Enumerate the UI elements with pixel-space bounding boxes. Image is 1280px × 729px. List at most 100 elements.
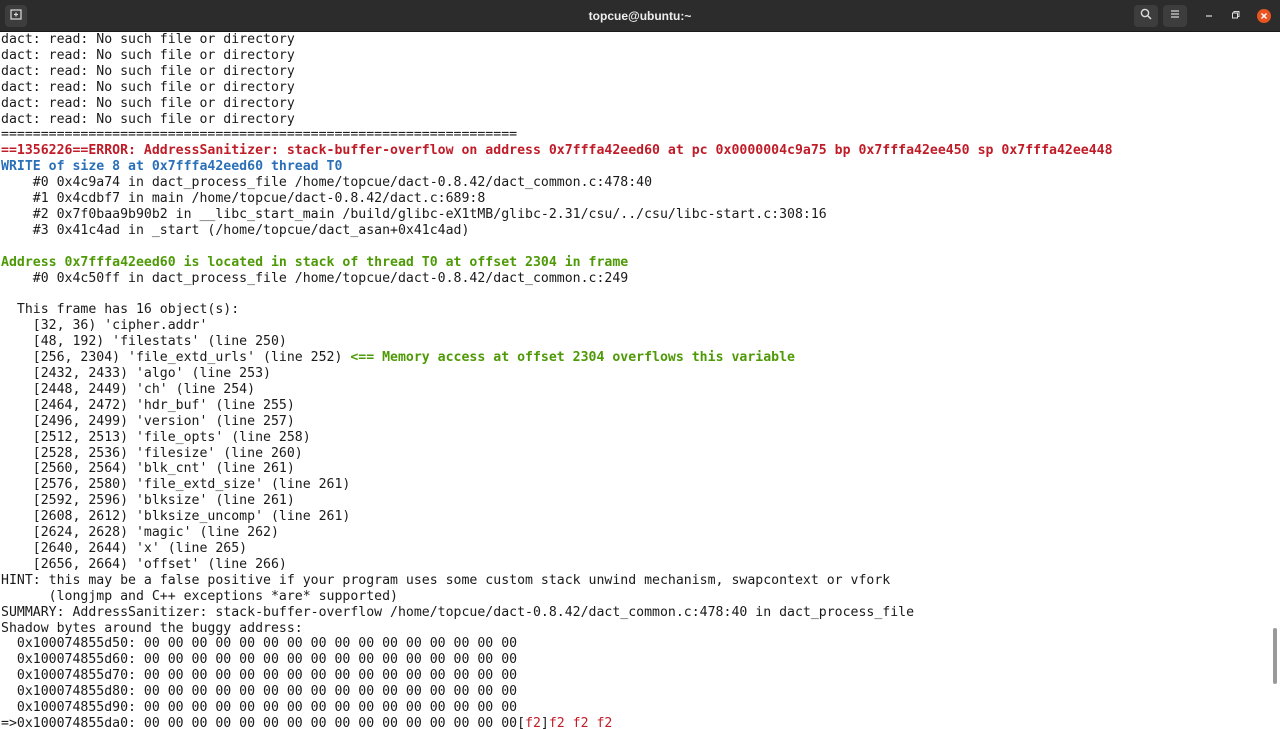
terminal-line: dact: read: No such file or directory	[0, 80, 1272, 96]
terminal-text-segment: dact: read: No such file or directory	[1, 111, 295, 127]
terminal-line: SUMMARY: AddressSanitizer: stack-buffer-…	[0, 605, 1272, 621]
terminal-line: [2512, 2513) 'file_opts' (line 258)	[0, 430, 1272, 446]
terminal-line: ==1356226==ERROR: AddressSanitizer: stac…	[0, 143, 1272, 159]
terminal-text-segment: Shadow bytes around the buggy address:	[1, 620, 303, 636]
close-button[interactable]	[1257, 9, 1271, 23]
terminal-text-segment: =>0x100074855da0: 00 00 00 00 00 00 00 0…	[1, 715, 526, 729]
terminal-text-segment: dact: read: No such file or directory	[1, 63, 295, 79]
terminal-line: dact: read: No such file or directory	[0, 96, 1272, 112]
terminal-line: 0x100074855d50: 00 00 00 00 00 00 00 00 …	[0, 636, 1272, 652]
terminal-text-segment: #1 0x4cdbf7 in main /home/topcue/dact-0.…	[1, 191, 486, 207]
terminal-text-segment: [2624, 2628) 'magic' (line 262)	[1, 525, 279, 541]
terminal-text-segment: This frame has 16 object(s):	[1, 302, 240, 318]
terminal-line: [2592, 2596) 'blksize' (line 261)	[0, 493, 1272, 509]
terminal-text-segment: [256, 2304) 'file_extd_urls' (line 252)	[1, 350, 351, 366]
terminal-scrollbar[interactable]	[1272, 32, 1280, 729]
terminal-line: [32, 36) 'cipher.addr'	[0, 318, 1272, 334]
terminal-line: #0 0x4c9a74 in dact_process_file /home/t…	[0, 175, 1272, 191]
terminal-line: [2576, 2580) 'file_extd_size' (line 261)	[0, 477, 1272, 493]
minimize-icon	[1204, 8, 1214, 24]
terminal-output[interactable]: dact: read: No such file or directory dac…	[0, 32, 1272, 729]
terminal-text-segment: HINT: this may be a false positive if yo…	[1, 572, 891, 588]
terminal-line: [2464, 2472) 'hdr_buf' (line 255)	[0, 398, 1272, 414]
terminal-line: [48, 192) 'filestats' (line 250)	[0, 334, 1272, 350]
terminal-text-segment: [2640, 2644) 'x' (line 265)	[1, 541, 248, 556]
terminal-line: HINT: this may be a false positive if yo…	[0, 573, 1272, 589]
terminal-line: dact: read: No such file or directory	[0, 64, 1272, 80]
terminal-line: [2656, 2664) 'offset' (line 266)	[0, 557, 1272, 573]
terminal-text-segment: #2 0x7f0baa9b90b2 in __libc_start_main /…	[1, 206, 827, 222]
terminal-line: Shadow bytes around the buggy address:	[0, 621, 1272, 637]
terminal-line: [2624, 2628) 'magic' (line 262)	[0, 525, 1272, 541]
terminal-text-segment: dact: read: No such file or directory	[1, 47, 295, 63]
terminal-text-segment: dact: read: No such file or directory	[1, 32, 295, 47]
terminal-line: #3 0x41c4ad in _start (/home/topcue/dact…	[0, 223, 1272, 239]
terminal-line: #1 0x4cdbf7 in main /home/topcue/dact-0.…	[0, 191, 1272, 207]
scrollbar-thumb[interactable]	[1273, 628, 1277, 684]
minimize-button[interactable]	[1201, 8, 1217, 24]
terminal-line: 0x100074855d80: 00 00 00 00 00 00 00 00 …	[0, 684, 1272, 700]
terminal-text-segment: Address 0x7fffa42eed60 is located in sta…	[1, 254, 629, 270]
terminal-text-segment: [48, 192) 'filestats' (line 250)	[1, 334, 287, 350]
terminal-text-segment: [2496, 2499) 'version' (line 257)	[1, 413, 295, 429]
terminal-line: dact: read: No such file or directory	[0, 112, 1272, 128]
terminal-text-segment: f2	[525, 715, 541, 729]
terminal-line: [2448, 2449) 'ch' (line 254)	[0, 382, 1272, 398]
window-title: topcue@ubuntu:~	[588, 9, 692, 23]
terminal-line: #0 0x4c50ff in dact_process_file /home/t…	[0, 271, 1272, 287]
terminal-line: [2560, 2564) 'blk_cnt' (line 261)	[0, 461, 1272, 477]
terminal-line: [2432, 2433) 'algo' (line 253)	[0, 366, 1272, 382]
terminal-line: [2608, 2612) 'blksize_uncomp' (line 261)	[0, 509, 1272, 525]
search-button[interactable]	[1134, 5, 1158, 27]
terminal-text-segment: [2512, 2513) 'file_opts' (line 258)	[1, 429, 311, 445]
terminal-text-segment: [2560, 2564) 'blk_cnt' (line 261)	[1, 461, 295, 477]
terminal-text-segment: [2448, 2449) 'ch' (line 254)	[1, 381, 256, 397]
terminal-line: #2 0x7f0baa9b90b2 in __libc_start_main /…	[0, 207, 1272, 223]
terminal-line: [256, 2304) 'file_extd_urls' (line 252) …	[0, 350, 1272, 366]
hamburger-menu-icon	[1169, 7, 1181, 25]
terminal-text-segment: [2432, 2433) 'algo' (line 253)	[1, 366, 271, 382]
terminal-line: [2528, 2536) 'filesize' (line 260)	[0, 446, 1272, 462]
terminal-line: [2640, 2644) 'x' (line 265)	[0, 541, 1272, 557]
terminal-text-segment: [2656, 2664) 'offset' (line 266)	[1, 556, 287, 572]
terminal-text-segment: [2576, 2580) 'file_extd_size' (line 261)	[1, 477, 351, 493]
terminal-text-segment: ==1356226==ERROR: AddressSanitizer: stac…	[1, 143, 1113, 159]
terminal-text-segment: f2 f2 f2	[548, 715, 613, 729]
terminal-line: 0x100074855d60: 00 00 00 00 00 00 00 00 …	[0, 652, 1272, 668]
window-titlebar: topcue@ubuntu:~	[0, 0, 1280, 32]
terminal-text-segment: dact: read: No such file or directory	[1, 79, 295, 95]
new-tab-icon	[10, 7, 22, 25]
terminal-line: (longjmp and C++ exceptions *are* suppor…	[0, 589, 1272, 605]
terminal-line: WRITE of size 8 at 0x7fffa42eed60 thread…	[0, 159, 1272, 175]
terminal-text-segment: WRITE of size 8 at 0x7fffa42eed60 thread…	[1, 159, 343, 175]
menu-button[interactable]	[1163, 5, 1187, 27]
terminal-text-segment: [2528, 2536) 'filesize' (line 260)	[1, 445, 303, 461]
terminal-line: 0x100074855d90: 00 00 00 00 00 00 00 00 …	[0, 700, 1272, 716]
terminal-line: 0x100074855d70: 00 00 00 00 00 00 00 00 …	[0, 668, 1272, 684]
terminal-line: This frame has 16 object(s):	[0, 302, 1272, 318]
terminal-line: [2496, 2499) 'version' (line 257)	[0, 414, 1272, 430]
terminal-line: dact: read: No such file or directory	[0, 32, 1272, 48]
terminal-line: dact: read: No such file or directory	[0, 48, 1272, 64]
terminal-text-segment: [2592, 2596) 'blksize' (line 261)	[1, 493, 295, 509]
terminal-text-segment: ]	[540, 715, 549, 729]
maximize-icon	[1231, 8, 1241, 24]
terminal-text-segment: [2464, 2472) 'hdr_buf' (line 255)	[1, 397, 295, 413]
close-icon	[1260, 7, 1268, 25]
new-tab-button[interactable]	[5, 5, 27, 27]
terminal-text-segment: #3 0x41c4ad in _start (/home/topcue/dact…	[1, 222, 470, 238]
terminal-text-segment: [32, 36) 'cipher.addr'	[1, 318, 208, 334]
terminal-text-segment: ========================================…	[1, 127, 518, 143]
terminal-text-segment: 0x100074855d50: 00 00 00 00 00 00 00 00 …	[1, 636, 518, 652]
terminal-text-segment: #0 0x4c50ff in dact_process_file /home/t…	[1, 270, 629, 286]
terminal-line: ========================================…	[0, 127, 1272, 143]
terminal-text-segment: (longjmp and C++ exceptions *are* suppor…	[1, 588, 398, 604]
terminal-text-segment: <== Memory access at offset 2304 overflo…	[350, 350, 795, 366]
terminal-line: =>0x100074855da0: 00 00 00 00 00 00 00 0…	[0, 716, 1272, 729]
maximize-button[interactable]	[1228, 8, 1244, 24]
terminal-text-segment: 0x100074855d70: 00 00 00 00 00 00 00 00 …	[1, 668, 518, 684]
terminal-text-segment: 0x100074855d90: 00 00 00 00 00 00 00 00 …	[1, 700, 518, 716]
search-icon	[1140, 7, 1152, 25]
